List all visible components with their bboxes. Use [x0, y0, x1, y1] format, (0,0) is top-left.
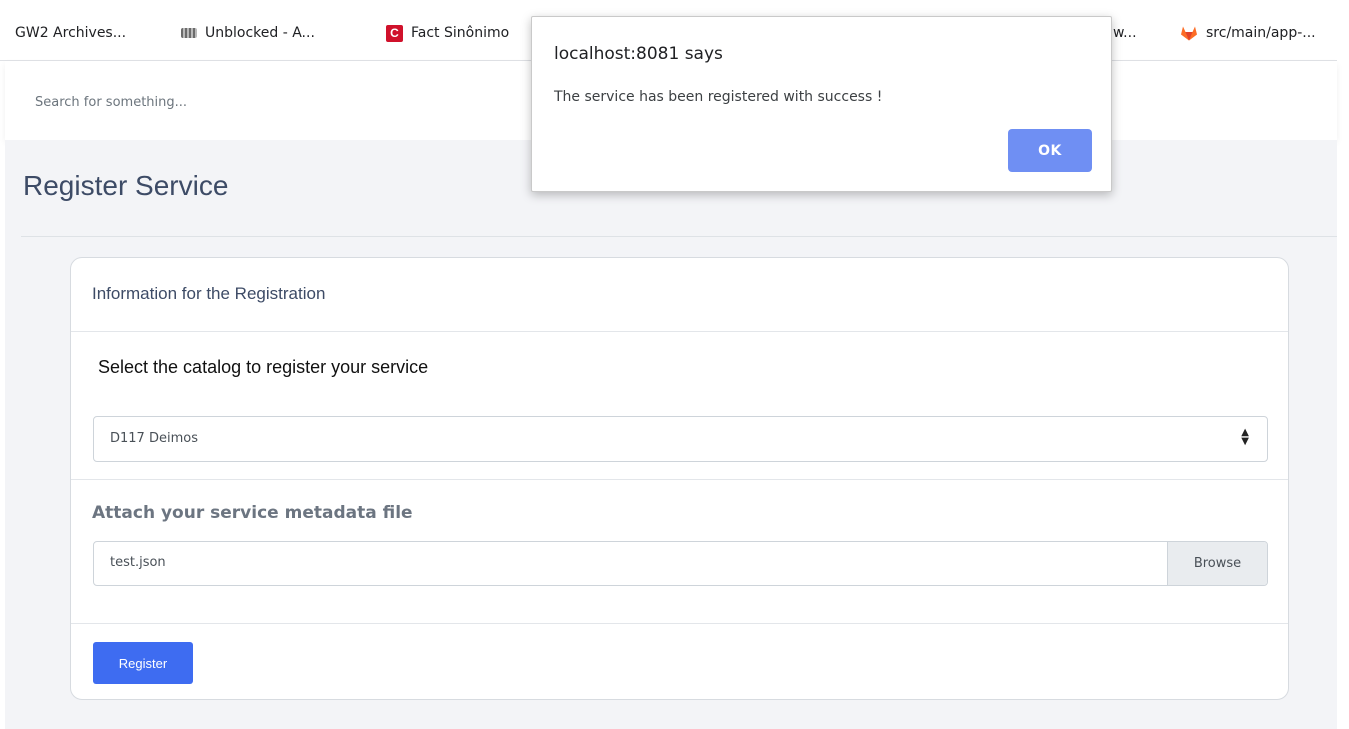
bookmark-label: Unblocked - A...: [205, 25, 315, 41]
bookmark-truncated[interactable]: w...: [1113, 5, 1137, 61]
section-divider: [71, 479, 1288, 480]
c-icon: C: [386, 24, 403, 42]
catalog-select[interactable]: D117 Deimos ▲ ▼: [93, 416, 1268, 462]
file-name: test.json: [110, 555, 166, 570]
metadata-file-input[interactable]: test.json Browse: [93, 541, 1268, 586]
main-content: Register Service Information for the Reg…: [5, 140, 1337, 729]
register-button[interactable]: Register: [93, 642, 193, 684]
card-header: Information for the Registration: [71, 258, 1288, 332]
gitlab-icon: [1181, 26, 1197, 41]
bookmark-fact-sinonimo[interactable]: C Fact Sinônimo: [386, 5, 509, 61]
bookmark-unblocked[interactable]: Unblocked - A...: [181, 5, 315, 61]
search-input[interactable]: [35, 83, 455, 121]
catalog-select-value: D117 Deimos: [110, 431, 198, 446]
bookmark-gw2-archives[interactable]: GW2 Archives...: [15, 5, 126, 61]
select-arrows-icon: ▲ ▼: [1241, 427, 1249, 447]
card-header-title: Information for the Registration: [92, 284, 326, 303]
unblocked-icon: [181, 28, 197, 38]
dialog-message: The service has been registered with suc…: [554, 89, 883, 105]
registration-card: Information for the Registration Select …: [70, 257, 1289, 700]
title-divider: [21, 236, 1337, 237]
dialog-title: localhost:8081 says: [554, 44, 723, 64]
bookmark-label: Fact Sinônimo: [411, 25, 510, 41]
bookmark-label: src/main/app-...: [1206, 25, 1316, 41]
bookmark-label: GW2 Archives...: [15, 25, 127, 41]
bookmark-label: w...: [1113, 25, 1137, 41]
attach-file-label: Attach your service metadata file: [92, 503, 413, 523]
browse-button[interactable]: Browse: [1167, 542, 1267, 585]
catalog-select-label: Select the catalog to register your serv…: [98, 357, 429, 377]
footer-divider: [71, 623, 1288, 624]
page-title: Register Service: [23, 170, 229, 201]
bookmark-gitlab-src[interactable]: src/main/app-...: [1180, 5, 1316, 61]
ok-button[interactable]: OK: [1008, 129, 1092, 172]
alert-dialog: localhost:8081 says The service has been…: [531, 16, 1112, 192]
